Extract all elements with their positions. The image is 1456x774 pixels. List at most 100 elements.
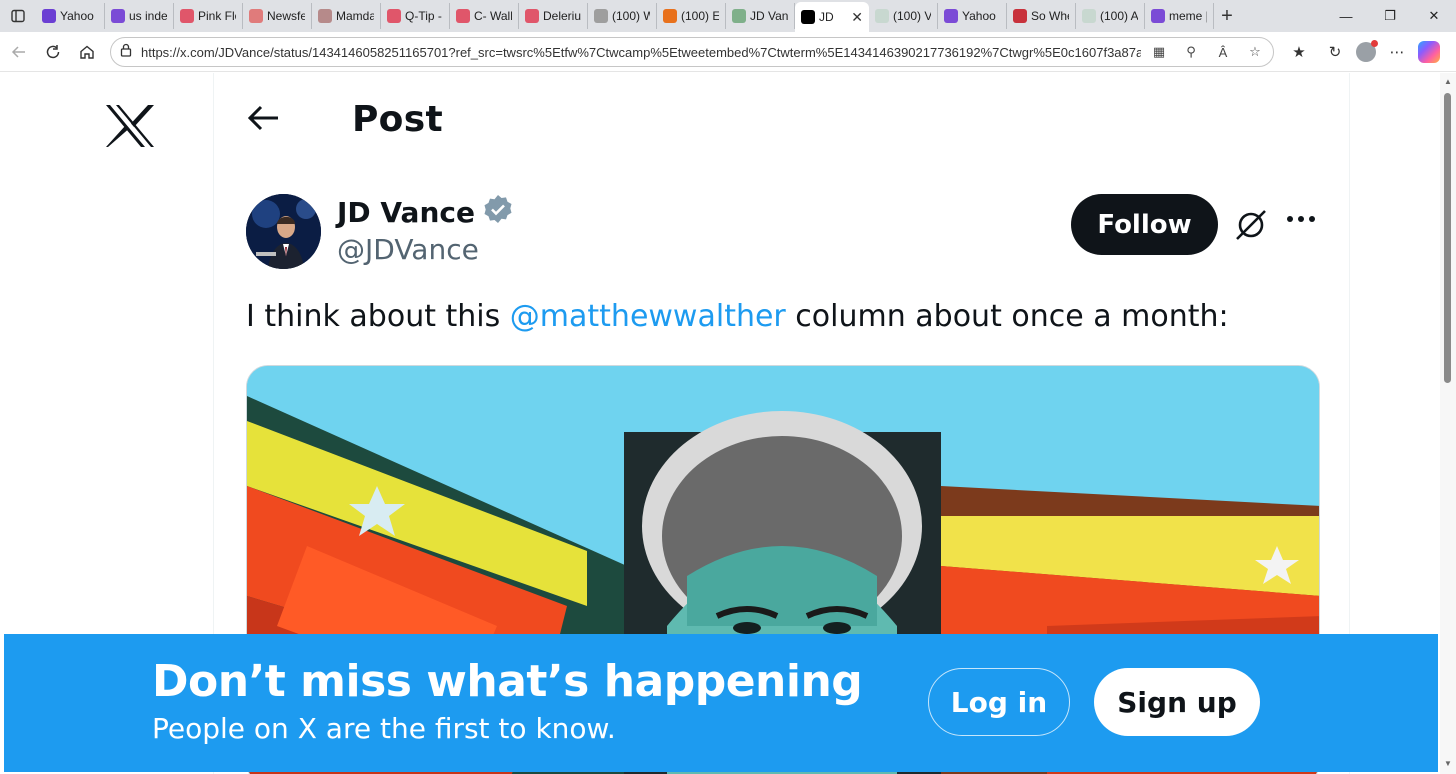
tab-title: Yahoo | [962,9,1000,23]
back-arrow-icon[interactable] [247,105,280,136]
tab-favicon-icon [1013,9,1027,23]
banner-subtext: People on X are the first to know. [152,712,616,745]
favorites-icon[interactable]: ★ [1284,38,1314,66]
scroll-up-icon[interactable]: ▲ [1444,77,1452,86]
window-controls: — ❐ ✕ [1324,0,1456,32]
minimize-icon[interactable]: — [1324,0,1368,32]
more-menu-icon[interactable]: ⋯ [1382,38,1412,66]
author-handle[interactable]: @JDVance [337,233,479,266]
back-nav-icon[interactable] [2,35,36,69]
tab-title: So Whe [1031,9,1069,23]
refresh-icon[interactable] [36,35,70,69]
banner-headline: Don’t miss what’s happening [152,656,863,707]
browser-tab[interactable]: JD Vanc [726,3,795,29]
author-name-text: JD Vance [337,196,475,229]
new-tab-button[interactable]: + [1214,5,1240,28]
scrollbar-thumb[interactable] [1444,93,1451,383]
profile-avatar-icon[interactable] [1356,40,1378,62]
copilot-icon[interactable] [1418,41,1440,63]
signup-banner: Don’t miss what’s happening People on X … [4,634,1438,772]
tab-actions-icon[interactable] [0,0,36,32]
url-text: https://x.com/JDVance/status/14341460582… [141,44,1141,60]
favorite-star-icon[interactable]: ☆ [1245,42,1265,62]
browser-tab-bar: Yahoo | us indep Pink Flo Newsfe Mamda Q-Tip … [0,0,1456,32]
x-logo-icon[interactable] [104,103,156,154]
more-options-icon[interactable] [1286,211,1316,229]
tab-favicon-icon [456,9,470,23]
browser-tab[interactable]: So Whe [1007,3,1076,29]
read-aloud-icon[interactable]: Â [1213,42,1233,62]
tweet-text: I think about this @matthewwalther colum… [246,299,1229,334]
tab-title: Deleriu [543,9,581,23]
login-button[interactable]: Log in [928,668,1070,736]
browser-tab[interactable]: Newsfe [243,3,312,29]
browser-tab[interactable]: (100) W [588,3,657,29]
tab-title: C- Walk [474,9,512,23]
mention-link[interactable]: @matthewwalther [510,299,786,334]
page-scrollbar[interactable]: ▲ ▼ [1440,73,1456,774]
author-avatar[interactable] [246,194,321,269]
tab-favicon-icon [525,9,539,23]
tweet-text-after: column about once a month: [785,299,1229,334]
tab-favicon-icon [801,10,815,24]
tweet-text-before: I think about this [246,299,510,334]
site-info-icon[interactable] [119,43,133,62]
tab-title: Newsfe [267,9,305,23]
scroll-down-icon[interactable]: ▼ [1444,759,1452,768]
history-icon[interactable]: ↻ [1320,38,1350,66]
tab-title: (100) Vi [893,9,931,23]
tab-favicon-icon [1151,9,1165,23]
tab-favicon-icon [732,9,746,23]
browser-tab[interactable]: Pink Flo [174,3,243,29]
browser-tab[interactable]: Yahoo | [36,3,105,29]
tab-title: (100) Ec [681,9,719,23]
browser-tab[interactable]: (100) Vi [869,3,938,29]
tab-title: us indep [129,9,167,23]
tab-title: JD [819,10,834,24]
tab-favicon-icon [42,9,56,23]
tab-title: (100) W [612,9,650,23]
tab-title: (100) A [1100,9,1138,23]
browser-tab[interactable]: Yahoo | [938,3,1007,29]
tab-title: meme | [1169,9,1207,23]
address-toolbar: https://x.com/JDVance/status/14341460582… [0,32,1456,72]
zoom-icon[interactable]: ⚲ [1181,42,1201,62]
browser-tab[interactable]: Q-Tip - [381,3,450,29]
tab-favicon-icon [318,9,332,23]
split-screen-icon[interactable]: ▦ [1149,42,1169,62]
restore-icon[interactable]: ❐ [1368,0,1412,32]
tab-title: Pink Flo [198,9,236,23]
signup-button[interactable]: Sign up [1094,668,1260,736]
browser-tab[interactable]: Deleriu [519,3,588,29]
tab-title: Yahoo | [60,9,98,23]
tab-favicon-icon [249,9,263,23]
tab-title: Mamda [336,9,374,23]
tab-title: JD Vanc [750,9,788,23]
browser-tab[interactable]: meme | [1145,3,1214,29]
home-icon[interactable] [70,35,104,69]
tab-favicon-icon [944,9,958,23]
tab-favicon-icon [594,9,608,23]
tab-close-icon[interactable]: ✕ [851,9,863,26]
grok-icon[interactable] [1233,207,1269,248]
close-window-icon[interactable]: ✕ [1412,0,1456,32]
tab-favicon-icon [180,9,194,23]
verified-badge-icon [483,194,513,231]
browser-tab[interactable]: C- Walk [450,3,519,29]
tab-favicon-icon [111,9,125,23]
browser-tab[interactable]: us indep [105,3,174,29]
browser-tab[interactable]: JD ✕ [795,2,869,32]
browser-tab[interactable]: (100) Ec [657,3,726,29]
tab-title: Q-Tip - [405,9,442,23]
browser-tab[interactable]: (100) A [1076,3,1145,29]
tab-favicon-icon [663,9,677,23]
page-title: Post [352,99,443,140]
tab-favicon-icon [387,9,401,23]
tab-favicon-icon [875,9,889,23]
follow-button[interactable]: Follow [1071,194,1218,255]
browser-tab[interactable]: Mamda [312,3,381,29]
author-name[interactable]: JD Vance [337,194,513,231]
address-field[interactable]: https://x.com/JDVance/status/14341460582… [110,37,1274,67]
tab-strip: Yahoo | us indep Pink Flo Newsfe Mamda Q-Tip … [36,0,1214,32]
tab-favicon-icon [1082,9,1096,23]
